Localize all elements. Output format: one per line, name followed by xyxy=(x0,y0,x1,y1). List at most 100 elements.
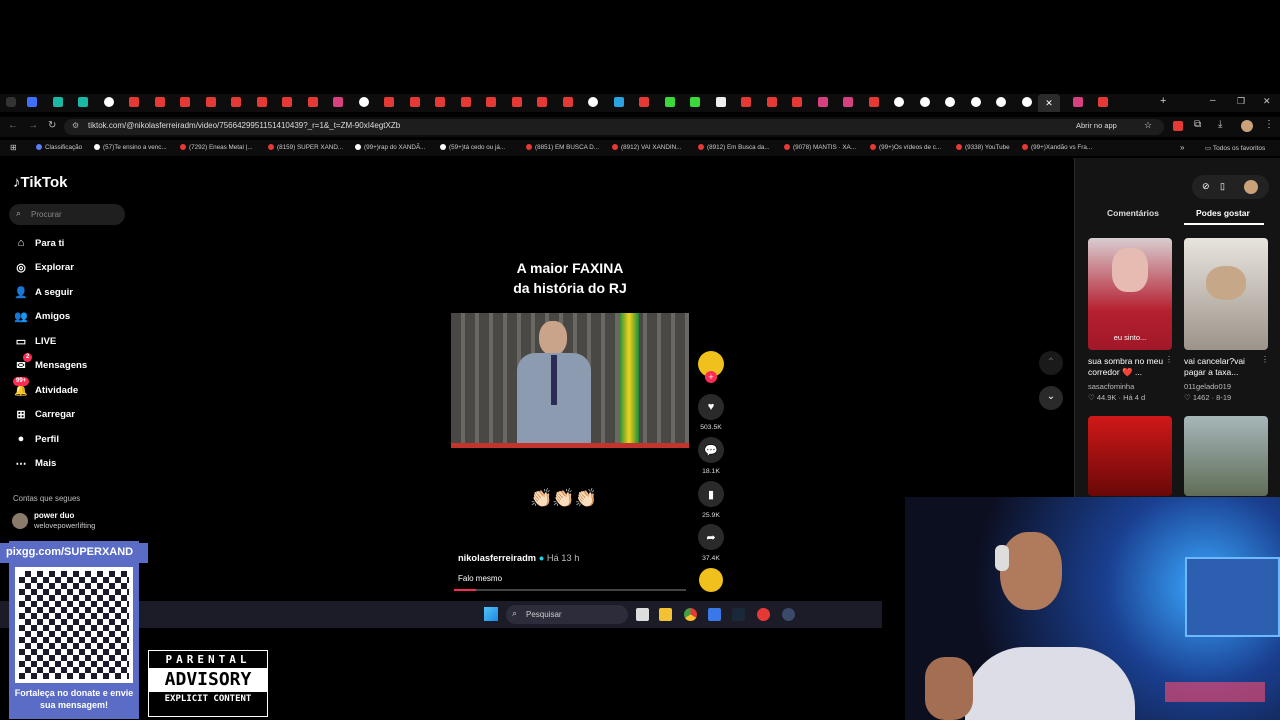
new-tab-icon[interactable]: + xyxy=(1160,95,1166,107)
like-button[interactable]: ♥ xyxy=(698,394,724,420)
sidebar-item-perfil[interactable]: ● Perfil xyxy=(13,430,59,448)
browser-tab[interactable] xyxy=(945,97,955,107)
bookmark-item[interactable]: (7292) Eneas Metal |... xyxy=(180,144,253,151)
browser-tab[interactable] xyxy=(154,97,165,107)
sidebar-item-para-ti[interactable]: ⌂ Para ti xyxy=(13,234,65,252)
browser-tab[interactable] xyxy=(384,97,394,107)
bookmark-item[interactable]: (57)Te ensino a venc... xyxy=(94,144,167,151)
device-icon[interactable]: ▯ xyxy=(1220,181,1225,192)
following-account-name[interactable]: power duo xyxy=(34,511,74,520)
bookmark-item[interactable]: (59+)tá cedo ou já... xyxy=(440,144,505,151)
chrome-icon[interactable] xyxy=(684,608,697,621)
card-title[interactable]: vai cancelar?vai pagar a taxa... xyxy=(1184,356,1268,378)
window-close-icon[interactable]: ✕ xyxy=(1263,96,1271,107)
bookmark-item[interactable]: (8159) SUPER XAND... xyxy=(268,144,343,151)
bookmark-item[interactable]: (99+)Os vídeos de c... xyxy=(870,144,941,151)
sidebar-item-mais[interactable]: ⋯ Mais xyxy=(13,455,57,473)
app-icon[interactable] xyxy=(708,608,721,621)
bookmark-star-icon[interactable]: ☆ xyxy=(1144,120,1152,131)
browser-tab[interactable] xyxy=(1072,97,1083,107)
sound-disc[interactable] xyxy=(699,568,723,592)
video-author[interactable]: nikolasferreiradm ● Há 13 h xyxy=(458,553,579,563)
profile-avatar[interactable] xyxy=(1241,120,1253,132)
browser-tab[interactable] xyxy=(358,97,369,107)
sidebar-item-atividade[interactable]: 🔔 Atividade 99+ xyxy=(13,377,78,399)
minimize-icon[interactable]: – xyxy=(1210,95,1216,106)
browser-tab[interactable] xyxy=(205,97,216,107)
browser-tab[interactable] xyxy=(409,97,420,107)
browser-tab[interactable] xyxy=(613,97,624,107)
steam-icon[interactable] xyxy=(732,608,745,621)
bookmark-item[interactable]: (9338) YouTube xyxy=(956,144,1010,151)
save-button[interactable]: ▮ xyxy=(698,481,724,507)
sidebar-item-carregar[interactable]: ⊞ Carregar xyxy=(13,406,75,424)
comment-button[interactable]: 💬 xyxy=(698,437,724,463)
card-title[interactable]: sua sombra no meu corredor ❤️ ... xyxy=(1088,356,1172,378)
bookmark-item[interactable]: (99+)Xandão vs Fra... xyxy=(1022,144,1092,151)
chevron-up-icon[interactable]: ⌃ xyxy=(1039,351,1063,375)
browser-tab[interactable] xyxy=(333,97,343,107)
avatar[interactable] xyxy=(1244,180,1258,194)
open-app-button[interactable]: Abrir no app xyxy=(1076,121,1117,130)
seek-bar[interactable] xyxy=(454,589,686,591)
bookmark-item[interactable]: (8851) EM BUSCA D... xyxy=(526,144,599,151)
recommended-video-card[interactable] xyxy=(1088,416,1172,496)
browser-tab[interactable] xyxy=(894,97,904,107)
browser-tab[interactable] xyxy=(103,97,114,107)
browser-tab[interactable] xyxy=(588,97,598,107)
browser-tab[interactable] xyxy=(282,97,292,107)
browser-tab[interactable] xyxy=(690,97,700,107)
tab-search-button[interactable] xyxy=(6,97,16,107)
bookmark-item[interactable]: (8912) Em Busca da... xyxy=(698,144,770,151)
recommended-video-card[interactable]: eu sinto... xyxy=(1088,238,1172,350)
windows-start-icon[interactable] xyxy=(484,607,498,621)
sidebar-item-mensagens[interactable]: ✉ Mensagens 2 xyxy=(13,352,87,375)
browser-tab[interactable] xyxy=(996,97,1006,107)
back-icon[interactable]: ← xyxy=(8,120,18,131)
browser-tab[interactable] xyxy=(868,97,879,107)
apps-grid-icon[interactable]: ⊞ xyxy=(10,143,17,152)
app-icon[interactable] xyxy=(757,608,770,621)
chevron-down-icon[interactable]: ⌄ xyxy=(1039,386,1063,410)
avatar[interactable] xyxy=(12,513,28,529)
browser-tab[interactable] xyxy=(231,97,241,107)
browser-tab[interactable] xyxy=(537,97,547,107)
coin-icon[interactable]: ⊘ xyxy=(1202,181,1210,192)
following-account-handle[interactable]: welovepowerlifting xyxy=(34,521,95,530)
search-input[interactable]: ⌕ Procurar xyxy=(9,204,125,225)
maximize-icon[interactable]: ❐ xyxy=(1237,96,1245,107)
browser-tab[interactable] xyxy=(817,97,828,107)
tab-comments[interactable]: Comentários xyxy=(1107,208,1159,218)
browser-tab[interactable] xyxy=(639,97,649,107)
follow-plus-icon[interactable]: + xyxy=(705,371,717,383)
more-bookmarks-icon[interactable]: » xyxy=(1180,143,1184,152)
browser-tab[interactable] xyxy=(307,97,318,107)
bookmark-item[interactable]: (8912) VAI XANDIN... xyxy=(612,144,681,151)
browser-tab[interactable] xyxy=(562,97,573,107)
video-player[interactable] xyxy=(451,313,689,448)
tiktok-logo[interactable]: ♪TikTok xyxy=(13,174,67,191)
browser-tab[interactable] xyxy=(792,97,802,107)
browser-tab[interactable] xyxy=(78,97,88,107)
sidebar-item-explorar[interactable]: ◎ Explorar xyxy=(13,259,74,277)
card-user[interactable]: sasacfominha xyxy=(1088,382,1134,391)
recommended-video-card[interactable] xyxy=(1184,416,1268,496)
recommended-video-card[interactable] xyxy=(1184,238,1268,350)
extensions-puzzle-icon[interactable]: ⧉ xyxy=(1194,119,1201,130)
browser-tab[interactable] xyxy=(52,97,63,107)
browser-tab[interactable] xyxy=(664,97,675,107)
sidebar-item-amigos[interactable]: 👥 Amigos xyxy=(13,308,70,326)
file-explorer-icon[interactable] xyxy=(659,608,672,621)
bookmark-item[interactable]: (99+)rap do XANDÃ... xyxy=(355,144,425,151)
browser-tab[interactable] xyxy=(843,97,853,107)
close-icon[interactable]: ✕ xyxy=(1038,94,1060,112)
browser-tab[interactable] xyxy=(435,97,445,107)
sidebar-item-live[interactable]: ▭ LIVE xyxy=(13,332,57,350)
menu-icon[interactable]: ⋮ xyxy=(1264,119,1274,130)
download-icon[interactable]: ⤓ xyxy=(1218,119,1222,130)
card-more-icon[interactable]: ⋮ xyxy=(1165,355,1173,364)
forward-icon[interactable]: → xyxy=(28,120,38,131)
browser-tab[interactable] xyxy=(970,97,981,107)
card-more-icon[interactable]: ⋮ xyxy=(1261,355,1269,364)
browser-tab[interactable] xyxy=(511,97,522,107)
